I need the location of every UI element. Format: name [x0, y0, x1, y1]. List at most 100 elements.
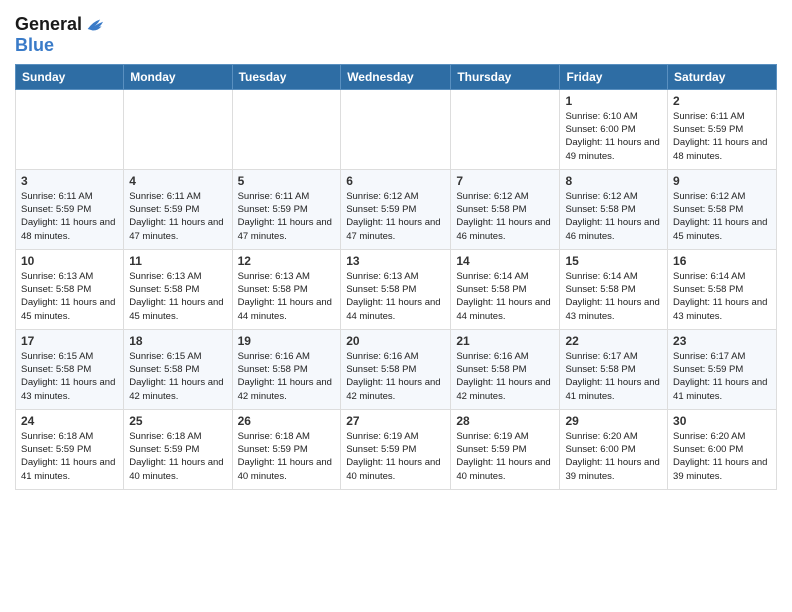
day-cell: 24 Sunrise: 6:18 AM Sunset: 5:59 PM Dayli… — [16, 409, 124, 489]
day-info: Sunrise: 6:10 AM Sunset: 6:00 PM Dayligh… — [565, 110, 662, 163]
day-number: 23 — [673, 334, 771, 348]
day-cell — [124, 89, 232, 169]
day-info: Sunrise: 6:17 AM Sunset: 5:59 PM Dayligh… — [673, 350, 771, 403]
day-info: Sunrise: 6:12 AM Sunset: 5:58 PM Dayligh… — [673, 190, 771, 243]
day-info: Sunrise: 6:17 AM Sunset: 5:58 PM Dayligh… — [565, 350, 662, 403]
day-number: 30 — [673, 414, 771, 428]
day-info: Sunrise: 6:14 AM Sunset: 5:58 PM Dayligh… — [456, 270, 554, 323]
header: General Blue — [15, 10, 777, 56]
day-number: 8 — [565, 174, 662, 188]
col-header-tuesday: Tuesday — [232, 64, 341, 89]
day-cell: 13 Sunrise: 6:13 AM Sunset: 5:58 PM Dayli… — [341, 249, 451, 329]
day-number: 18 — [129, 334, 226, 348]
day-cell — [16, 89, 124, 169]
day-info: Sunrise: 6:13 AM Sunset: 5:58 PM Dayligh… — [238, 270, 336, 323]
day-info: Sunrise: 6:20 AM Sunset: 6:00 PM Dayligh… — [565, 430, 662, 483]
day-number: 27 — [346, 414, 445, 428]
day-cell: 4Sunrise: 6:11 AM Sunset: 5:59 PM Daylig… — [124, 169, 232, 249]
col-header-thursday: Thursday — [451, 64, 560, 89]
day-cell: 1 Sunrise: 6:10 AM Sunset: 6:00 PM Daylig… — [560, 89, 668, 169]
week-row-3: 17 Sunrise: 6:15 AM Sunset: 5:58 PM Dayli… — [16, 329, 777, 409]
day-cell: 20Sunrise: 6:16 AM Sunset: 5:58 PM Dayli… — [341, 329, 451, 409]
day-cell: 6 Sunrise: 6:12 AM Sunset: 5:59 PM Daylig… — [341, 169, 451, 249]
day-info: Sunrise: 6:18 AM Sunset: 5:59 PM Dayligh… — [129, 430, 226, 483]
week-row-4: 24 Sunrise: 6:18 AM Sunset: 5:59 PM Dayli… — [16, 409, 777, 489]
day-cell: 3Sunrise: 6:11 AM Sunset: 5:59 PM Daylig… — [16, 169, 124, 249]
day-info: Sunrise: 6:15 AM Sunset: 5:58 PM Dayligh… — [129, 350, 226, 403]
day-info: Sunrise: 6:11 AM Sunset: 5:59 PM Dayligh… — [673, 110, 771, 163]
day-cell: 9 Sunrise: 6:12 AM Sunset: 5:58 PM Daylig… — [668, 169, 777, 249]
col-header-friday: Friday — [560, 64, 668, 89]
day-number: 19 — [238, 334, 336, 348]
day-cell: 27Sunrise: 6:19 AM Sunset: 5:59 PM Dayli… — [341, 409, 451, 489]
day-cell: 12 Sunrise: 6:13 AM Sunset: 5:58 PM Dayli… — [232, 249, 341, 329]
day-info: Sunrise: 6:20 AM Sunset: 6:00 PM Dayligh… — [673, 430, 771, 483]
week-row-0: 1 Sunrise: 6:10 AM Sunset: 6:00 PM Daylig… — [16, 89, 777, 169]
day-number: 5 — [238, 174, 336, 188]
header-row: SundayMondayTuesdayWednesdayThursdayFrid… — [16, 64, 777, 89]
day-cell: 11Sunrise: 6:13 AM Sunset: 5:58 PM Dayli… — [124, 249, 232, 329]
day-number: 21 — [456, 334, 554, 348]
day-info: Sunrise: 6:14 AM Sunset: 5:58 PM Dayligh… — [565, 270, 662, 323]
day-number: 17 — [21, 334, 118, 348]
day-cell: 8 Sunrise: 6:12 AM Sunset: 5:58 PM Daylig… — [560, 169, 668, 249]
day-cell: 22 Sunrise: 6:17 AM Sunset: 5:58 PM Dayli… — [560, 329, 668, 409]
day-cell: 15 Sunrise: 6:14 AM Sunset: 5:58 PM Dayli… — [560, 249, 668, 329]
logo-bird-icon — [84, 14, 106, 36]
day-number: 7 — [456, 174, 554, 188]
logo: General Blue — [15, 14, 106, 56]
day-cell: 21 Sunrise: 6:16 AM Sunset: 5:58 PM Dayli… — [451, 329, 560, 409]
day-number: 1 — [565, 94, 662, 108]
day-info: Sunrise: 6:15 AM Sunset: 5:58 PM Dayligh… — [21, 350, 118, 403]
day-cell: 29Sunrise: 6:20 AM Sunset: 6:00 PM Dayli… — [560, 409, 668, 489]
day-info: Sunrise: 6:18 AM Sunset: 5:59 PM Dayligh… — [238, 430, 336, 483]
day-cell: 7 Sunrise: 6:12 AM Sunset: 5:58 PM Daylig… — [451, 169, 560, 249]
day-number: 15 — [565, 254, 662, 268]
day-cell: 19 Sunrise: 6:16 AM Sunset: 5:58 PM Dayli… — [232, 329, 341, 409]
day-info: Sunrise: 6:19 AM Sunset: 5:59 PM Dayligh… — [456, 430, 554, 483]
day-number: 16 — [673, 254, 771, 268]
day-number: 12 — [238, 254, 336, 268]
day-info: Sunrise: 6:12 AM Sunset: 5:58 PM Dayligh… — [565, 190, 662, 243]
day-cell: 17 Sunrise: 6:15 AM Sunset: 5:58 PM Dayli… — [16, 329, 124, 409]
day-number: 22 — [565, 334, 662, 348]
day-cell: 16 Sunrise: 6:14 AM Sunset: 5:58 PM Dayli… — [668, 249, 777, 329]
day-cell: 23 Sunrise: 6:17 AM Sunset: 5:59 PM Dayli… — [668, 329, 777, 409]
day-cell: 28 Sunrise: 6:19 AM Sunset: 5:59 PM Dayli… — [451, 409, 560, 489]
day-info: Sunrise: 6:13 AM Sunset: 5:58 PM Dayligh… — [346, 270, 445, 323]
day-number: 13 — [346, 254, 445, 268]
day-number: 2 — [673, 94, 771, 108]
day-number: 26 — [238, 414, 336, 428]
page: General Blue SundayMondayTuesdayWednesda… — [0, 0, 792, 612]
day-info: Sunrise: 6:14 AM Sunset: 5:58 PM Dayligh… — [673, 270, 771, 323]
day-cell: 2 Sunrise: 6:11 AM Sunset: 5:59 PM Daylig… — [668, 89, 777, 169]
day-number: 24 — [21, 414, 118, 428]
day-info: Sunrise: 6:16 AM Sunset: 5:58 PM Dayligh… — [238, 350, 336, 403]
day-info: Sunrise: 6:12 AM Sunset: 5:58 PM Dayligh… — [456, 190, 554, 243]
logo-text-general: General — [15, 15, 82, 35]
day-number: 14 — [456, 254, 554, 268]
day-cell: 18 Sunrise: 6:15 AM Sunset: 5:58 PM Dayli… — [124, 329, 232, 409]
day-cell: 14 Sunrise: 6:14 AM Sunset: 5:58 PM Dayli… — [451, 249, 560, 329]
col-header-saturday: Saturday — [668, 64, 777, 89]
logo-text-blue: Blue — [15, 36, 106, 56]
col-header-wednesday: Wednesday — [341, 64, 451, 89]
day-cell: 30 Sunrise: 6:20 AM Sunset: 6:00 PM Dayli… — [668, 409, 777, 489]
day-number: 6 — [346, 174, 445, 188]
col-header-sunday: Sunday — [16, 64, 124, 89]
day-info: Sunrise: 6:13 AM Sunset: 5:58 PM Dayligh… — [21, 270, 118, 323]
day-number: 25 — [129, 414, 226, 428]
day-info: Sunrise: 6:16 AM Sunset: 5:58 PM Dayligh… — [456, 350, 554, 403]
day-info: Sunrise: 6:18 AM Sunset: 5:59 PM Dayligh… — [21, 430, 118, 483]
day-number: 4 — [129, 174, 226, 188]
day-number: 20 — [346, 334, 445, 348]
day-info: Sunrise: 6:11 AM Sunset: 5:59 PM Dayligh… — [21, 190, 118, 243]
day-info: Sunrise: 6:12 AM Sunset: 5:59 PM Dayligh… — [346, 190, 445, 243]
day-cell — [341, 89, 451, 169]
day-number: 9 — [673, 174, 771, 188]
day-cell — [232, 89, 341, 169]
day-cell: 26 Sunrise: 6:18 AM Sunset: 5:59 PM Dayli… — [232, 409, 341, 489]
calendar: SundayMondayTuesdayWednesdayThursdayFrid… — [15, 64, 777, 490]
day-number: 28 — [456, 414, 554, 428]
week-row-2: 10Sunrise: 6:13 AM Sunset: 5:58 PM Dayli… — [16, 249, 777, 329]
